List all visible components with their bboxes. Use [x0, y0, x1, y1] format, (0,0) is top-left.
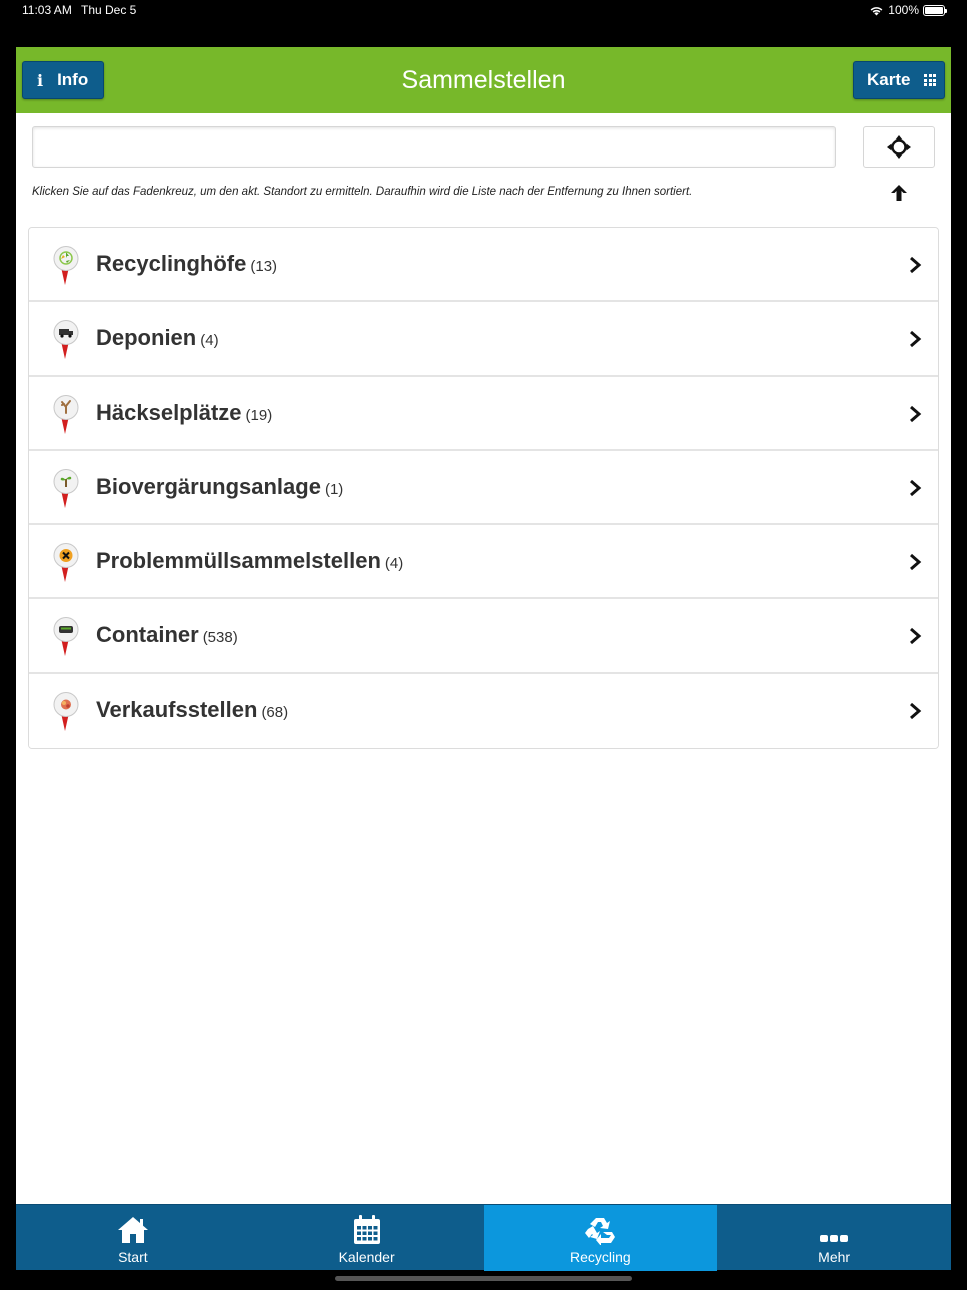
karte-button[interactable]: Karte	[853, 61, 945, 99]
tab-mehr[interactable]: Mehr	[717, 1205, 951, 1271]
branch-pin-icon	[53, 394, 79, 434]
app-screen: i Info Sammelstellen Karte Klicken Sie a…	[16, 47, 951, 1271]
category-label: Verkaufsstellen (68)	[96, 697, 288, 723]
hazard-pin-icon	[53, 543, 79, 583]
category-label: Häckselplätze (19)	[96, 400, 272, 426]
chevron-right-icon	[910, 554, 922, 571]
category-count: (13)	[250, 258, 278, 275]
tab-kalender-label: Kalender	[338, 1249, 395, 1265]
category-label: Recyclinghöfe (13)	[96, 251, 277, 277]
category-row[interactable]: Recyclinghöfe (13)	[29, 228, 938, 303]
tab-start-label: Start	[118, 1249, 148, 1265]
arrow-up-icon	[891, 185, 907, 201]
chevron-right-icon	[910, 628, 922, 645]
tab-mehr-label: Mehr	[818, 1249, 851, 1265]
category-name: Verkaufsstellen	[96, 696, 258, 722]
wifi-icon	[870, 6, 883, 15]
chevron-right-icon	[910, 331, 922, 348]
category-name: Container	[96, 622, 199, 648]
tab-recycling[interactable]: Recycling	[483, 1205, 718, 1271]
more-dots-icon	[820, 1235, 849, 1242]
category-name: Biovergärungsanlage	[96, 473, 321, 499]
category-name: Häckselplätze	[96, 399, 242, 425]
container-pin-icon	[53, 617, 79, 657]
category-name: Recyclinghöfe	[96, 251, 247, 276]
category-row[interactable]: Problemmüllsammelstellen (4)	[29, 525, 938, 600]
chevron-right-icon	[910, 479, 922, 497]
category-count: (4)	[384, 555, 404, 573]
category-label: Deponien (4)	[96, 325, 219, 351]
tab-recycling-label: Recycling	[570, 1249, 631, 1265]
category-row[interactable]: Biovergärungsanlage (1)	[29, 450, 938, 526]
category-name: Problemmüllsammelstellen	[96, 548, 381, 574]
search-input[interactable]	[32, 126, 836, 168]
chevron-right-icon	[910, 256, 922, 274]
category-row[interactable]: Verkaufsstellen (68)	[29, 673, 938, 749]
category-count: (1)	[324, 480, 344, 498]
calendar-icon	[353, 1215, 380, 1244]
karte-button-label: Karte	[867, 70, 911, 89]
category-label: Biovergärungsanlage (1)	[96, 474, 343, 500]
status-date: Thu Dec 5	[81, 3, 137, 17]
battery-icon	[923, 4, 947, 16]
category-name: Deponien	[96, 325, 197, 351]
recycle-icon	[585, 1218, 616, 1245]
home-icon	[117, 1217, 148, 1243]
page-title: Sammelstellen	[401, 66, 566, 94]
category-row[interactable]: Container (538)	[29, 599, 938, 674]
grid-icon	[924, 74, 937, 86]
shop-pin-icon	[53, 691, 79, 731]
tab-kalender[interactable]: Kalender	[250, 1205, 484, 1271]
status-bar: 11:03 AM Thu Dec 5 100%	[0, 0, 967, 22]
status-time: 11:03 AM	[22, 3, 72, 17]
locate-button[interactable]	[863, 126, 935, 168]
category-list: Recyclinghöfe (13) Deponien (4) Häckselplätz…	[28, 227, 939, 750]
recycling-pin-icon	[53, 246, 79, 285]
category-row[interactable]: Häckselplätze (19)	[29, 376, 938, 451]
category-row[interactable]: Deponien (4)	[29, 302, 938, 377]
category-count: (4)	[200, 332, 219, 350]
battery-percent: 100%	[888, 3, 919, 17]
status-right: 100%	[869, 3, 947, 17]
plant-pin-icon	[53, 468, 79, 508]
tab-start[interactable]: Start	[16, 1205, 250, 1271]
truck-pin-icon	[53, 320, 79, 360]
crosshair-icon	[887, 135, 911, 159]
chevron-right-icon	[910, 405, 922, 422]
home-indicator	[335, 1276, 632, 1281]
tab-bar: Start Kalender Recycling Mehr	[16, 1204, 951, 1271]
category-count: (19)	[245, 406, 273, 424]
category-count: (538)	[202, 629, 238, 647]
category-count: (68)	[261, 703, 289, 721]
chevron-right-icon	[910, 702, 922, 719]
category-label: Container (538)	[96, 622, 238, 648]
header-bar: i Info Sammelstellen Karte	[16, 47, 951, 113]
category-label: Problemmüllsammelstellen (4)	[96, 548, 403, 574]
location-hint: Klicken Sie auf das Fadenkreuz, um den a…	[32, 186, 693, 198]
